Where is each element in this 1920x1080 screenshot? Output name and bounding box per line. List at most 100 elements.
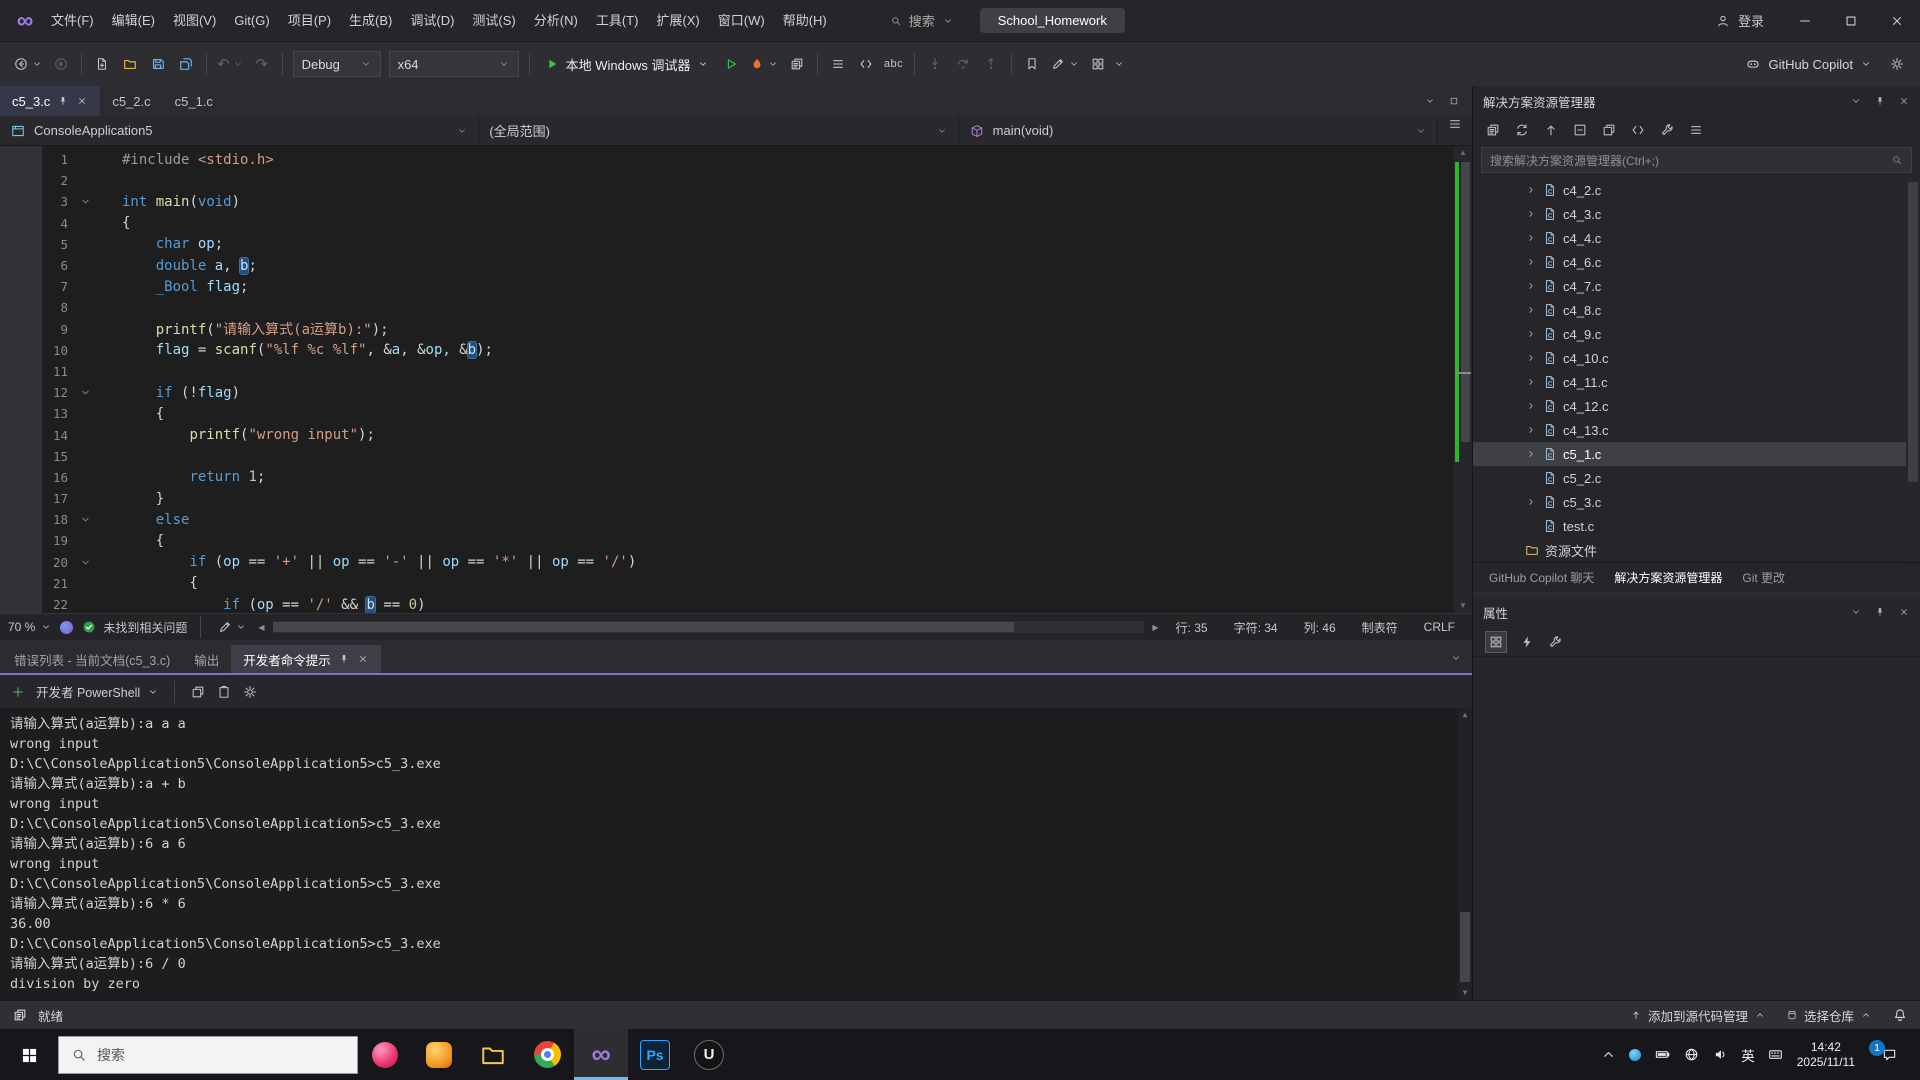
show-all-files-icon[interactable] — [1601, 122, 1617, 138]
scrollbar-thumb[interactable] — [1460, 912, 1470, 982]
copilot-edits-button[interactable] — [214, 613, 250, 641]
menu-item[interactable]: 分析(N) — [525, 0, 587, 42]
bookmark-button[interactable] — [1019, 50, 1045, 78]
navigate-backward-button[interactable] — [10, 50, 46, 78]
code-line[interactable]: 6 double a, b; — [0, 255, 1454, 276]
code-line[interactable]: 10 flag = scanf("%lf %c %lf", &a, &op, &… — [0, 340, 1454, 361]
tree-item[interactable]: c4_9.c — [1473, 322, 1920, 346]
line-ending-indicator[interactable]: CRLF — [1415, 620, 1464, 634]
expand-arrow-icon[interactable] — [1525, 400, 1537, 412]
fold-chevron-icon[interactable] — [72, 196, 98, 207]
scroll-up-arrow[interactable]: ▲ — [1458, 711, 1472, 719]
expand-arrow-icon[interactable] — [1525, 208, 1537, 220]
float-window-icon[interactable] — [1448, 95, 1460, 107]
tree-item[interactable]: c4_6.c — [1473, 250, 1920, 274]
code-line[interactable]: 18 else — [0, 509, 1454, 530]
editor-horizontal-scrollbar[interactable] — [272, 621, 1145, 633]
tree-item[interactable]: c4_3.c — [1473, 202, 1920, 226]
tree-scrollbar[interactable] — [1906, 178, 1920, 562]
taskbar-app-u[interactable]: U — [682, 1029, 736, 1080]
scroll-left-arrow[interactable]: ◀ — [258, 623, 264, 632]
copy-icon[interactable] — [190, 684, 206, 700]
terminal-output[interactable]: 请输入算式(a运算b):a a a wrong input D:\C\Console… — [0, 708, 1472, 1000]
code-line[interactable]: 7 _Bool flag; — [0, 276, 1454, 297]
code-line[interactable]: 2 — [0, 170, 1454, 191]
tabs-mode-indicator[interactable]: 制表符 — [1353, 619, 1407, 636]
panel-tab[interactable]: Git 更改 — [1734, 565, 1793, 590]
maximize-button[interactable] — [1828, 0, 1874, 41]
code-line[interactable]: 21 { — [0, 573, 1454, 594]
events-icon[interactable] — [1519, 634, 1535, 650]
code-line[interactable]: 12 if (!flag) — [0, 382, 1454, 403]
document-tab[interactable]: c5_3.c — [0, 86, 101, 116]
scroll-right-arrow[interactable]: ▶ — [1152, 623, 1158, 632]
code-line[interactable]: 19 { — [0, 530, 1454, 551]
tree-item[interactable]: c4_10.c — [1473, 346, 1920, 370]
tree-item[interactable]: c5_3.c — [1473, 490, 1920, 514]
taskbar-app-photos[interactable] — [358, 1029, 412, 1080]
taskbar-app-visual-studio[interactable]: ∞ — [574, 1029, 628, 1080]
tree-item[interactable]: c4_4.c — [1473, 226, 1920, 250]
step-out-button[interactable] — [978, 50, 1004, 78]
window-menu-chevron[interactable] — [1850, 95, 1862, 107]
tree-item[interactable]: c4_2.c — [1473, 178, 1920, 202]
expand-arrow-icon[interactable] — [1525, 376, 1537, 388]
navigate-symbols-button[interactable] — [825, 50, 851, 78]
close-icon[interactable] — [357, 653, 369, 665]
switch-views-icon[interactable] — [1485, 122, 1501, 138]
spell-checker-button[interactable]: abc — [881, 50, 907, 78]
save-all-button[interactable] — [173, 50, 199, 78]
project-dropdown[interactable]: ConsoleApplication5 — [0, 116, 480, 145]
window-menu-chevron[interactable] — [1850, 606, 1862, 618]
clipboard-icon[interactable] — [216, 684, 232, 700]
notifications-bell-icon[interactable] — [1892, 1007, 1908, 1023]
expand-arrow-icon[interactable] — [1525, 328, 1537, 340]
code-line[interactable]: 1 #include <stdio.h> — [0, 149, 1454, 170]
pin-icon[interactable] — [57, 95, 69, 107]
code-line[interactable]: 16 return 1; — [0, 467, 1454, 488]
network-icon[interactable] — [1683, 1047, 1699, 1063]
tool-window-tab[interactable]: 错误列表 - 当前文档(c5_3.c) — [2, 645, 182, 673]
minimize-button[interactable] — [1782, 0, 1828, 41]
code-line[interactable]: 14 printf("wrong input"); — [0, 424, 1454, 445]
volume-icon[interactable] — [1712, 1047, 1728, 1063]
preview-icon[interactable] — [1688, 122, 1704, 138]
code-health-indicator[interactable]: 未找到相关问题 — [81, 619, 187, 636]
tool-window-tab[interactable]: 输出 — [182, 645, 231, 673]
code-line[interactable]: 8 — [0, 297, 1454, 318]
tree-item[interactable]: c5_1.c — [1473, 442, 1920, 466]
scroll-down-arrow[interactable]: ▼ — [1454, 602, 1472, 610]
editor-vertical-scrollbar[interactable]: ▲ ▼ — [1454, 146, 1472, 613]
menu-item[interactable]: 文件(F) — [42, 0, 103, 42]
tool-window-tab[interactable]: 开发者命令提示 — [231, 645, 381, 673]
terminal-scrollbar[interactable]: ▲ ▼ — [1458, 708, 1472, 1000]
sync-with-active-document-icon[interactable] — [1543, 122, 1559, 138]
expand-arrow-icon[interactable] — [1525, 232, 1537, 244]
document-outline-icon[interactable] — [1438, 116, 1472, 132]
zoom-select[interactable]: 70 % — [8, 620, 52, 634]
terminal-settings-icon[interactable] — [242, 684, 258, 700]
add-to-source-control-button[interactable]: 添加到源代码管理 — [1630, 1006, 1766, 1025]
menu-item[interactable]: 视图(V) — [164, 0, 225, 42]
expand-arrow-icon[interactable] — [1525, 280, 1537, 292]
code-line[interactable]: 22 if (op == '/' && b == 0) — [0, 594, 1454, 613]
close-icon[interactable] — [76, 95, 88, 107]
toolbar-options-button[interactable] — [1884, 50, 1910, 78]
member-dropdown[interactable]: main(void) — [959, 116, 1438, 145]
pin-icon[interactable] — [1874, 95, 1886, 107]
battery-icon[interactable] — [1654, 1047, 1670, 1063]
tray-color-icon[interactable] — [1629, 1048, 1642, 1061]
code-line[interactable]: 5 char op; — [0, 234, 1454, 255]
document-tab[interactable]: c5_2.c — [100, 86, 162, 116]
fold-chevron-icon[interactable] — [72, 557, 98, 568]
pin-icon[interactable] — [338, 653, 350, 665]
taskbar-search[interactable]: 搜索 — [58, 1035, 358, 1074]
expand-arrow-icon[interactable] — [1525, 496, 1537, 508]
undo-button[interactable]: ↶ — [214, 50, 247, 78]
tree-item[interactable]: c4_8.c — [1473, 298, 1920, 322]
close-icon[interactable] — [1898, 606, 1910, 618]
keyboard-icon[interactable] — [1768, 1047, 1784, 1063]
fold-chevron-icon[interactable] — [72, 387, 98, 398]
pin-icon[interactable] — [1874, 606, 1886, 618]
sign-in-button[interactable]: 登录 — [1697, 11, 1782, 30]
